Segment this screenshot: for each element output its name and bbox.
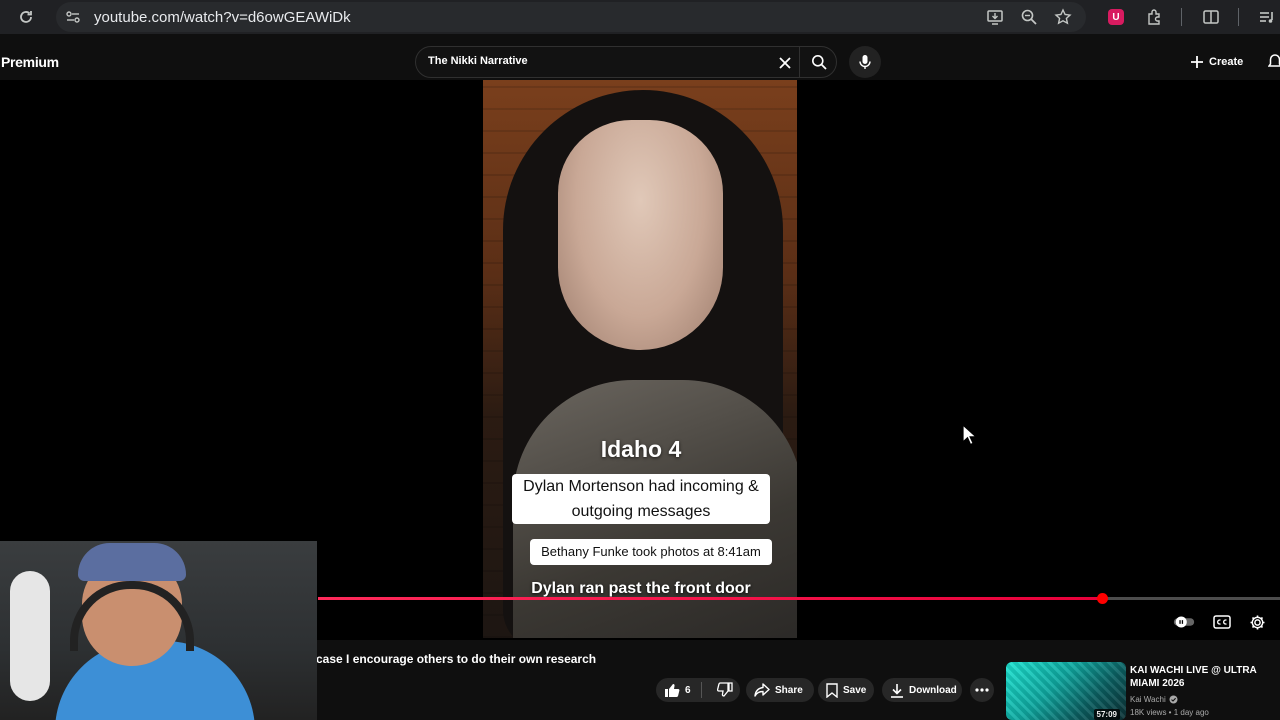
url-text: youtube.com/watch?v=d6owGEAWiDk [94,8,351,26]
voice-search-button[interactable] [849,46,881,78]
progress-played [318,597,1103,600]
search-icon [811,55,827,70]
search-bar[interactable]: The Nikki Narrative [415,46,837,78]
cursor-icon [962,423,978,451]
search-button[interactable] [799,47,837,77]
download-icon [891,683,903,698]
captions-icon[interactable] [1210,612,1234,632]
reload-icon[interactable] [12,3,40,31]
extensions-icon[interactable] [1142,4,1168,30]
create-label: Create [1209,56,1244,68]
video-frame: Idaho 4 Dylan Mortenson had incoming & o… [483,80,797,638]
share-button[interactable]: Share [746,678,814,702]
zoom-icon[interactable] [1016,4,1042,30]
like-icon [665,683,680,697]
caption-line-2: outgoing messages [571,503,711,520]
toolbar-divider [1238,8,1239,26]
progress-bar[interactable] [318,593,1280,604]
like-count: 6 [685,684,691,696]
verified-icon [1169,695,1178,704]
like-button[interactable]: 6 [656,678,740,702]
share-icon [754,683,770,697]
save-icon [826,682,838,698]
site-settings-icon[interactable] [60,4,86,30]
youtube-premium-logo[interactable]: Premium [1,54,59,70]
recommended-video-thumbnail[interactable]: 57:09 [1006,662,1126,720]
recommended-channel[interactable]: Kai Wachi [1130,695,1178,704]
bell-icon[interactable] [1267,54,1280,75]
person-face [558,120,723,350]
autoplay-toggle[interactable] [1172,612,1196,632]
extension-badge[interactable]: U [1103,4,1129,30]
recommended-video-title[interactable]: KAI WACHI LIVE @ ULTRA MIAMI 2026 [1130,664,1270,690]
install-app-icon[interactable] [982,4,1008,30]
more-icon[interactable] [970,678,994,702]
microphone-image [10,571,50,701]
share-label: Share [775,684,803,696]
reading-list-icon[interactable] [1255,4,1279,30]
streamer-cap [78,543,186,581]
star-icon[interactable] [1050,4,1076,30]
settings-icon[interactable] [1245,612,1269,632]
caption-heading: Idaho 4 [600,436,682,462]
like-divider [701,682,702,698]
video-duration: 57:09 [1093,709,1120,720]
download-label: Download [909,684,957,696]
caption-front-door: Dylan ran past the front door [531,580,751,597]
caption-box-photos: Bethany Funke took photos at 8:41am [511,539,791,565]
caption-photos-text: Bethany Funke took photos at 8:41am [530,539,772,565]
webcam-overlay [0,541,317,720]
extension-badge-label: U [1108,9,1124,25]
progress-scrubber[interactable] [1097,593,1109,604]
split-view-icon[interactable] [1198,4,1224,30]
mic-icon [859,55,871,69]
plus-icon [1191,56,1203,68]
toolbar-divider [1181,8,1182,26]
save-button[interactable]: Save [818,678,874,702]
clear-icon[interactable] [774,52,796,74]
recommended-video-meta: 18K views • 1 day ago [1130,708,1209,717]
browser-toolbar: youtube.com/watch?v=d6owGEAWiDk U [0,0,1280,34]
video-title: case I encourage others to do their own … [316,652,597,666]
search-input[interactable]: The Nikki Narrative [428,55,528,67]
caption-box-messages: Dylan Mortenson had incoming & outgoing … [501,474,781,524]
save-label: Save [843,684,867,696]
address-bar[interactable]: youtube.com/watch?v=d6owGEAWiDk [56,2,1086,32]
create-button[interactable]: Create [1190,50,1243,74]
download-button[interactable]: Download [882,678,962,702]
dislike-icon[interactable] [709,682,738,700]
youtube-header: Premium The Nikki Narrative Create [0,42,1280,80]
caption-line-1: Dylan Mortenson had incoming & [523,478,759,495]
channel-name: Kai Wachi [1130,695,1166,704]
